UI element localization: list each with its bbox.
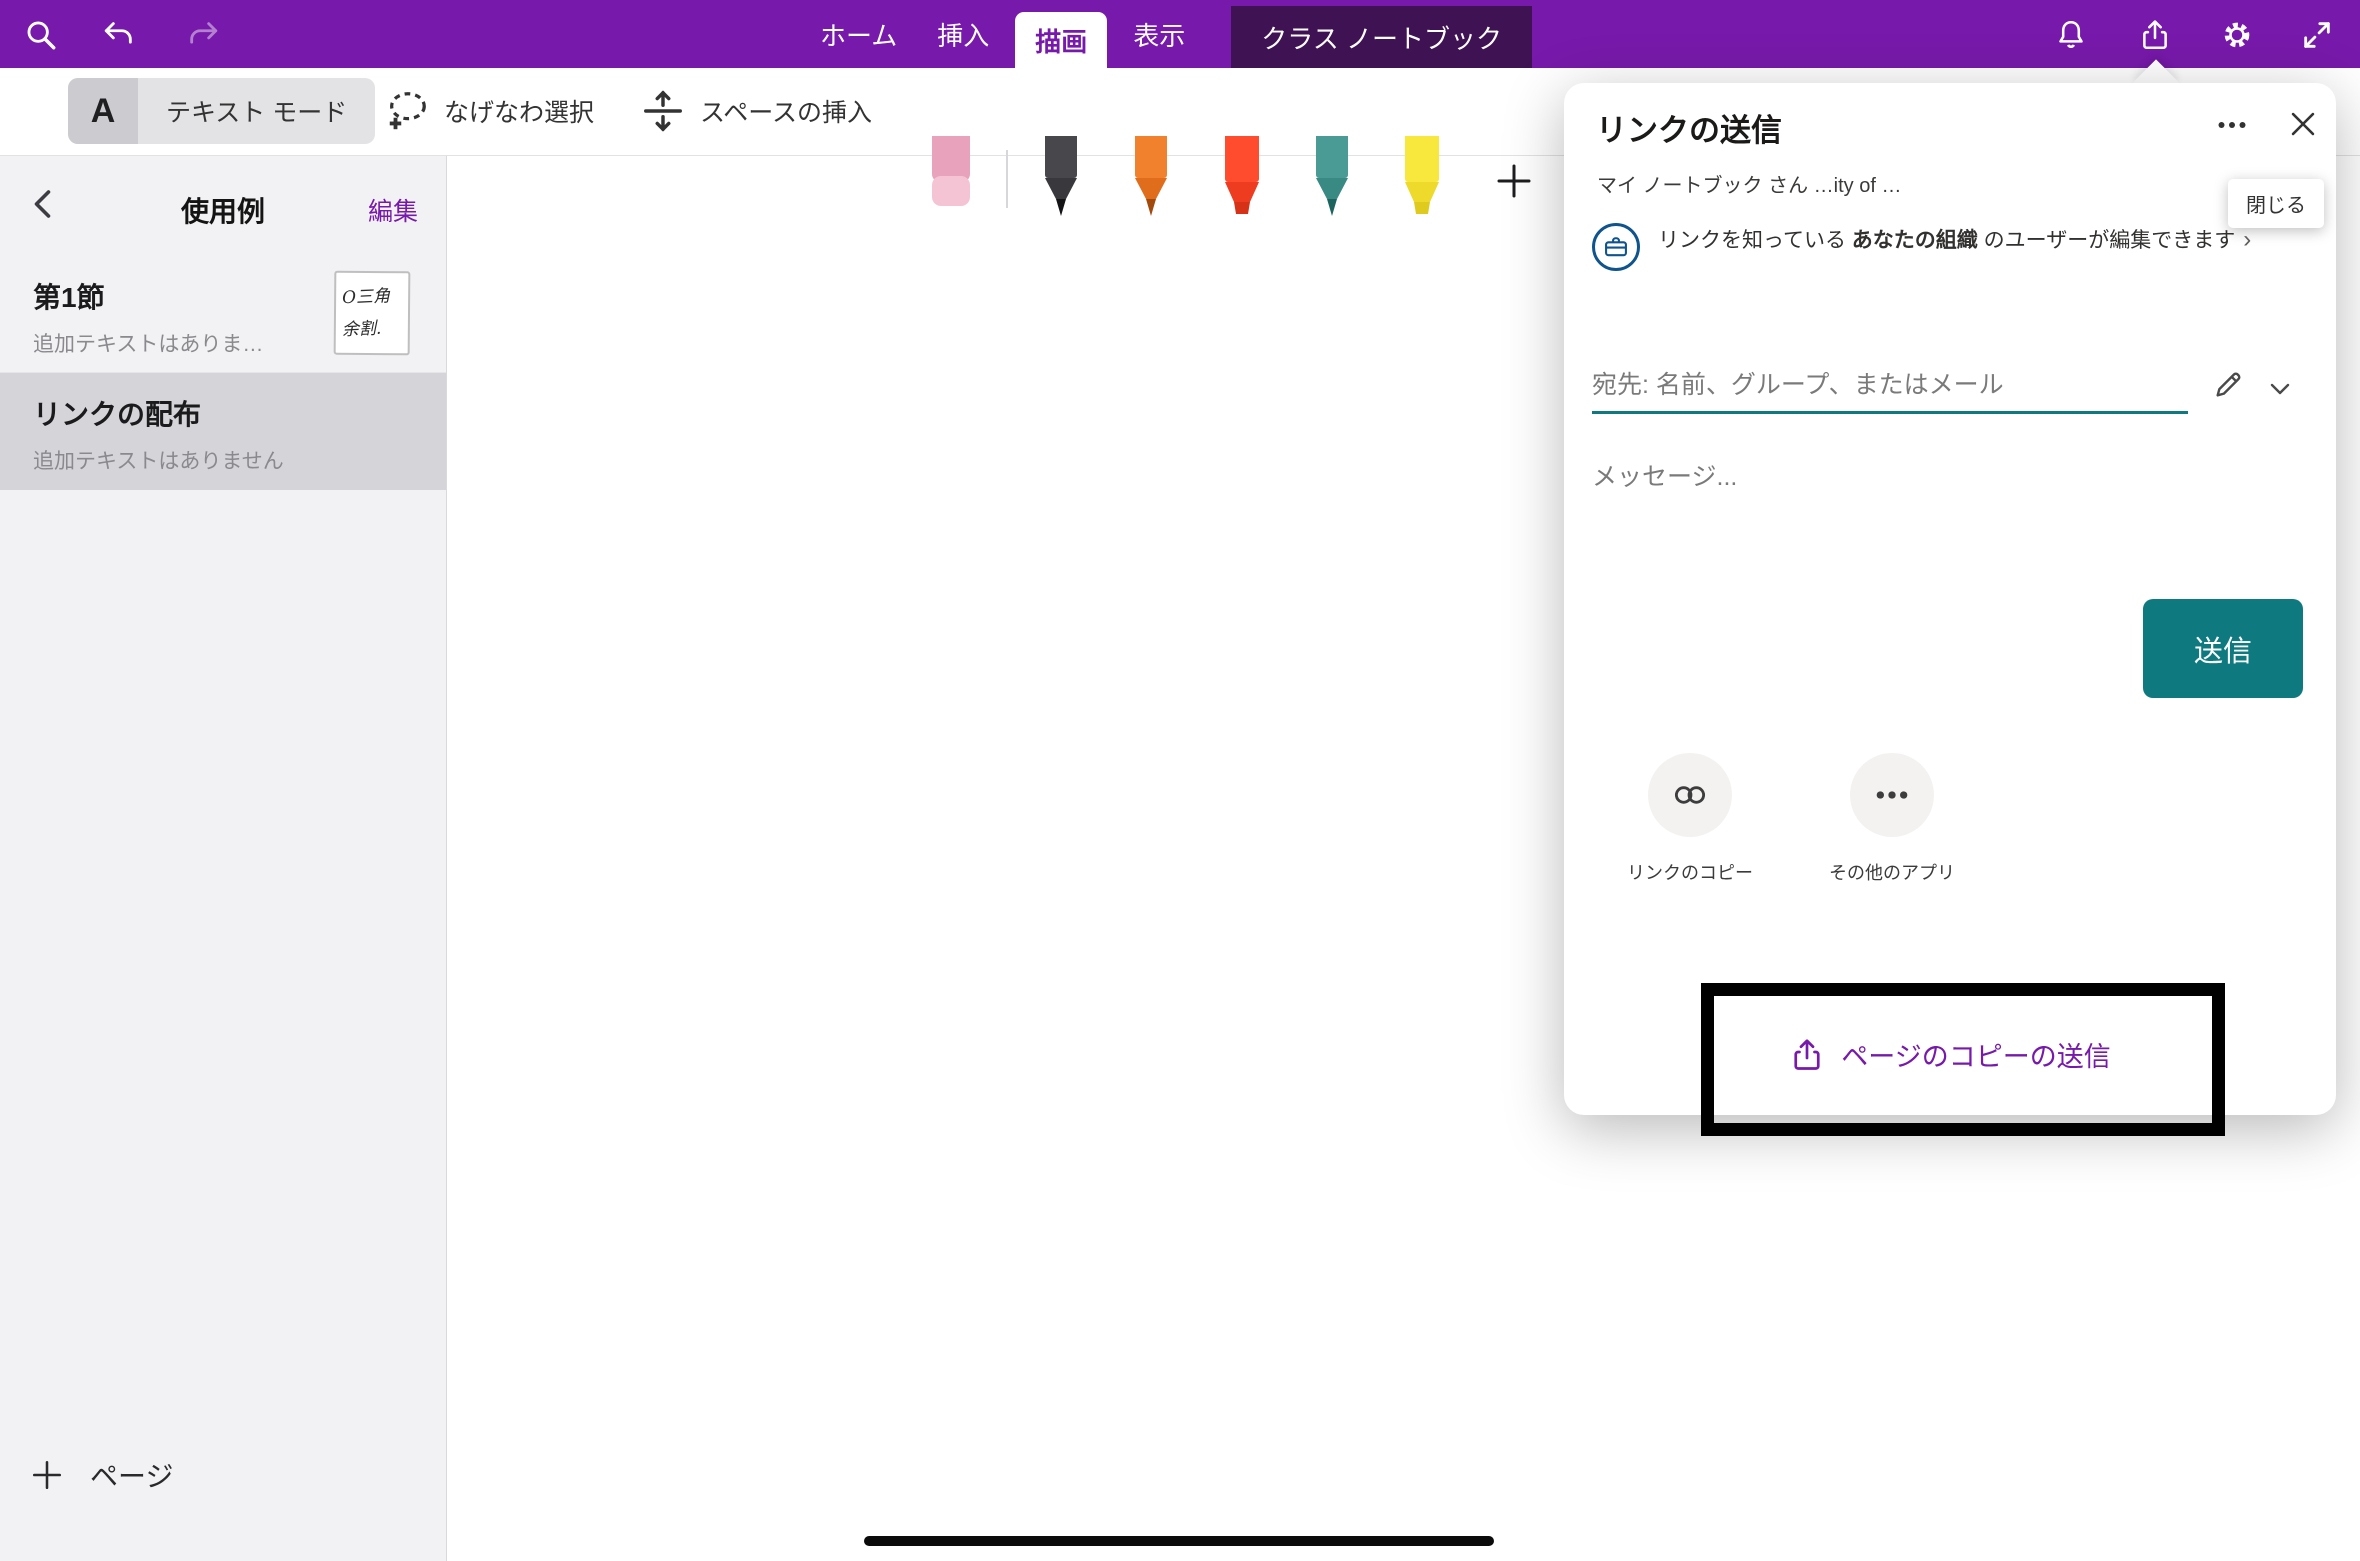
- page-thumbnail: O三角 余割.: [334, 271, 411, 356]
- redo-icon[interactable]: [182, 14, 224, 56]
- copy-link-label: リンクのコピー: [1605, 859, 1775, 885]
- link-icon: [1671, 776, 1709, 814]
- plus-icon: [30, 1458, 64, 1492]
- edit-pencil-icon[interactable]: [2212, 367, 2252, 407]
- tab-draw[interactable]: 描画: [1015, 12, 1107, 68]
- thumbnail-handwriting-line1: O三角: [341, 280, 402, 315]
- more-options-icon[interactable]: [2210, 103, 2254, 147]
- insert-space-icon: [640, 88, 686, 134]
- pen-orange-tool[interactable]: [1124, 136, 1178, 222]
- dialog-title: リンクの送信: [1596, 105, 1782, 150]
- add-pen-button[interactable]: [1491, 158, 1537, 204]
- message-field-wrapper: [1592, 451, 2272, 503]
- send-link-dialog: リンクの送信 閉じる マイ ノートブック さん …ity of … リンクを知っ…: [1564, 83, 2336, 1115]
- insert-space-label: スペースの挿入: [700, 93, 872, 129]
- undo-icon[interactable]: [98, 14, 140, 56]
- organization-icon: [1592, 223, 1640, 271]
- tab-class-notebook[interactable]: クラス ノートブック: [1231, 6, 1532, 68]
- tab-home[interactable]: ホーム: [800, 0, 917, 68]
- toolbar-divider: [1006, 150, 1008, 208]
- eraser-tool[interactable]: [928, 136, 974, 212]
- add-page-button[interactable]: ページ: [30, 1455, 173, 1495]
- highlighter-red-tool[interactable]: [1215, 136, 1269, 222]
- home-indicator[interactable]: [864, 1536, 1494, 1546]
- page-list-sidebar: 使用例 編集 第1節 追加テキストはありま… O三角 余割. リンクの配布 追加…: [0, 156, 447, 1561]
- expand-fullscreen-icon[interactable]: [2296, 14, 2338, 56]
- close-icon[interactable]: [2280, 101, 2326, 147]
- notifications-bell-icon[interactable]: [2050, 14, 2092, 56]
- text-mode-a-icon: A: [68, 78, 138, 144]
- other-apps-button[interactable]: その他のアプリ: [1807, 753, 1977, 885]
- share-icon[interactable]: [2134, 14, 2176, 56]
- page-title: リンクの配布: [33, 393, 446, 433]
- pen-black-tool[interactable]: [1034, 136, 1088, 222]
- lasso-select-button[interactable]: なげなわ選択: [384, 78, 594, 144]
- other-apps-label: その他のアプリ: [1807, 859, 1977, 885]
- lasso-icon: [384, 88, 430, 134]
- chevron-down-icon[interactable]: [2264, 373, 2300, 409]
- text-mode-label: テキスト モード: [138, 93, 375, 129]
- pen-teal-tool[interactable]: [1305, 136, 1359, 222]
- message-input[interactable]: [1592, 451, 2272, 503]
- insert-space-button[interactable]: スペースの挿入: [640, 78, 872, 144]
- notebook-subtitle: マイ ノートブック さん …ity of …: [1597, 169, 2277, 198]
- link-permission-row[interactable]: リンクを知っている あなたの組織 のユーザーが編集できます›: [1592, 223, 2302, 271]
- copy-link-button[interactable]: リンクのコピー: [1605, 753, 1775, 885]
- tab-view[interactable]: 表示: [1113, 0, 1205, 68]
- sidebar-header: 使用例 編集: [0, 156, 446, 256]
- plus-icon: [1494, 161, 1534, 201]
- send-button[interactable]: 送信: [2143, 599, 2303, 698]
- settings-gear-icon[interactable]: [2216, 14, 2258, 56]
- highlighter-yellow-tool[interactable]: [1395, 136, 1449, 222]
- annotation-box: [1701, 983, 2225, 1136]
- add-page-label: ページ: [90, 1455, 173, 1495]
- permission-description: リンクを知っている あなたの組織 のユーザーが編集できます›: [1658, 223, 2258, 271]
- search-icon[interactable]: [20, 14, 62, 56]
- recipient-field-wrapper: [1592, 359, 2188, 414]
- page-item-section1[interactable]: 第1節 追加テキストはありま… O三角 余割.: [0, 256, 446, 373]
- tab-insert[interactable]: 挿入: [917, 0, 1009, 68]
- ribbon-tabs: ホーム 挿入 描画 表示 クラス ノートブック: [800, 0, 1532, 68]
- text-mode-button[interactable]: A テキスト モード: [68, 78, 375, 144]
- ellipsis-icon: [1872, 775, 1912, 815]
- top-app-bar: ホーム 挿入 描画 表示 クラス ノートブック: [0, 0, 2360, 68]
- chevron-right-icon: ›: [2243, 226, 2251, 253]
- edit-button[interactable]: 編集: [368, 192, 418, 228]
- lasso-label: なげなわ選択: [444, 93, 594, 129]
- recipient-input[interactable]: [1592, 359, 2188, 411]
- page-item-link-distribution[interactable]: リンクの配布 追加テキストはありません: [0, 373, 446, 490]
- page-subtitle: 追加テキストはありません: [33, 445, 446, 475]
- thumbnail-handwriting-line2: 余割.: [341, 312, 402, 347]
